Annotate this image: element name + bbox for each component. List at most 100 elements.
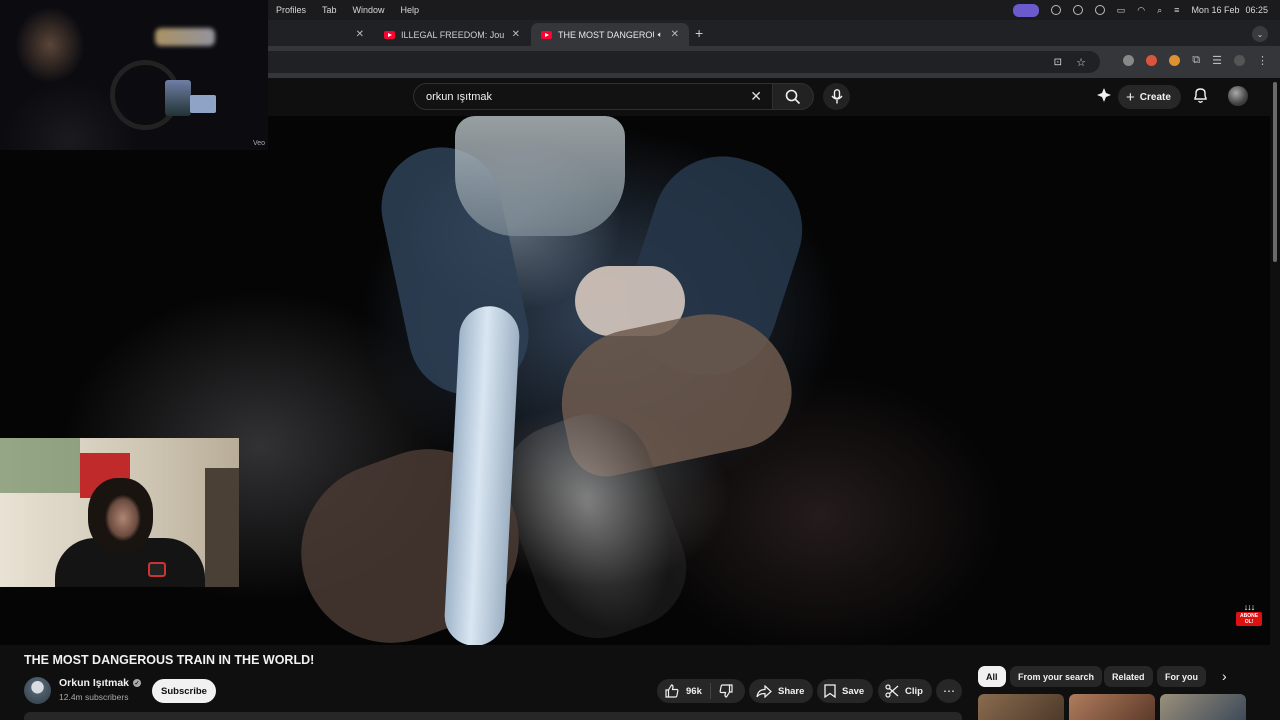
bookmark-star-icon[interactable]: ☆	[1076, 56, 1086, 69]
subscribe-watermark[interactable]: ↓↓↓ ABONE OL!	[1236, 602, 1262, 630]
notifications-bell-icon[interactable]	[1193, 87, 1208, 104]
reading-list-icon[interactable]: ☰	[1212, 54, 1222, 67]
microphone-icon	[830, 89, 843, 104]
new-tab-icon[interactable]: +	[695, 25, 703, 41]
create-button[interactable]: + Create	[1118, 85, 1181, 109]
browser-tab-2[interactable]: ILLEGAL FREEDOM: Journey ✕	[374, 23, 530, 46]
control-center-icon[interactable]: ≡	[1174, 5, 1179, 15]
room-door	[205, 468, 239, 587]
channel-name[interactable]: Orkun Işıtmak	[59, 677, 129, 689]
search-query: orkun ışıtmak	[426, 90, 493, 103]
streamer-webcam-overlay	[0, 438, 239, 587]
close-tab-icon[interactable]: ✕	[356, 29, 364, 40]
screen-recording-icon[interactable]	[1012, 3, 1039, 17]
car-display	[190, 95, 216, 113]
menu-clock[interactable]: Mon 16 Feb 06:25	[1191, 5, 1268, 15]
clock-date: Mon 16 Feb	[1191, 5, 1240, 15]
chip-related[interactable]: Related	[1104, 666, 1153, 687]
wifi-icon[interactable]: ◠	[1137, 5, 1145, 16]
app-menus: Profiles Tab Window Help	[276, 5, 419, 15]
webcam-watermark: Veo	[253, 140, 266, 147]
chip-for-you[interactable]: For you	[1157, 666, 1206, 687]
share-button[interactable]: Share	[749, 679, 814, 703]
play-icon[interactable]	[1072, 5, 1083, 15]
status-icons: ▭ ◠ ⌕ ≡ Mon 16 Feb 06:25	[1012, 3, 1268, 17]
profile-avatar[interactable]	[1234, 55, 1245, 66]
close-tab-icon[interactable]: ✕	[671, 29, 679, 40]
extension-icon[interactable]	[1169, 55, 1181, 66]
wall-flag	[0, 438, 80, 493]
clip-label: Clip	[905, 685, 923, 697]
sparkle-icon[interactable]	[1096, 87, 1112, 103]
chip-from-your-search[interactable]: From your search	[1010, 666, 1103, 687]
tab-title: ILLEGAL FREEDOM: Journey	[401, 29, 504, 40]
clear-search-icon[interactable]: ✕	[750, 88, 762, 105]
install-app-icon[interactable]: ⊡	[1054, 57, 1062, 68]
spotlight-icon[interactable]: ⌕	[1157, 5, 1162, 16]
video-frame-detail	[455, 116, 625, 236]
save-button[interactable]: Save	[817, 679, 874, 703]
road-lights	[155, 28, 215, 46]
scissors-icon	[885, 684, 899, 698]
driver-webcam-overlay: Veo	[0, 0, 268, 150]
channel-avatar[interactable]	[24, 677, 51, 704]
car-display	[165, 80, 191, 116]
page-scrollbar[interactable]	[1270, 78, 1280, 720]
search-button[interactable]	[772, 83, 814, 110]
description-box[interactable]	[24, 712, 962, 720]
like-dislike-bar: 96k	[657, 679, 745, 703]
create-label: Create	[1139, 91, 1171, 103]
thumbs-up-icon	[665, 684, 679, 698]
browser-tab-active[interactable]: THE MOST DANGEROUS 🔈︎ ✕	[531, 23, 689, 46]
down-arrows-icon: ↓↓↓	[1243, 602, 1256, 612]
thumbs-down-icon	[719, 684, 733, 698]
clip-button[interactable]: Clip	[878, 679, 932, 703]
subscriber-count: 12.4m subscribers	[59, 692, 129, 702]
youtube-favicon-icon	[384, 30, 395, 39]
headphones-icon[interactable]	[1094, 5, 1105, 15]
abone-badge: ABONE OL!	[1236, 612, 1262, 626]
chip-all[interactable]: All	[978, 666, 1006, 687]
related-video-thumbnail[interactable]	[1160, 694, 1246, 720]
dislike-button[interactable]	[711, 684, 733, 698]
save-label: Save	[842, 685, 865, 697]
related-video-thumbnail[interactable]	[978, 694, 1064, 720]
voice-search-button[interactable]	[823, 83, 850, 110]
extension-icon[interactable]	[1123, 55, 1135, 66]
related-video-thumbnail[interactable]	[1069, 694, 1155, 720]
audio-playing-icon[interactable]: 🔈︎	[658, 30, 663, 40]
more-actions-button[interactable]: ⋯	[936, 679, 962, 703]
scrollbar-thumb[interactable]	[1273, 82, 1277, 262]
share-label: Share	[778, 685, 805, 697]
plus-icon: +	[1126, 88, 1135, 106]
account-avatar[interactable]	[1228, 86, 1248, 106]
focus-icon[interactable]	[1050, 5, 1061, 15]
like-count: 96k	[686, 685, 702, 697]
menu-help[interactable]: Help	[401, 5, 420, 15]
wristwatch	[148, 562, 166, 577]
extension-icon[interactable]	[1146, 55, 1158, 66]
share-arrow-icon	[756, 684, 772, 698]
like-button[interactable]: 96k	[657, 683, 711, 699]
bookmark-icon	[824, 684, 836, 698]
channel-name-row[interactable]: Orkun Işıtmak ✓	[59, 677, 142, 689]
menu-tab[interactable]: Tab	[322, 5, 337, 15]
streamer-head	[88, 478, 153, 553]
video-title: THE MOST DANGEROUS TRAIN IN THE WORLD!	[24, 653, 315, 667]
puzzle-icon[interactable]: ⧉	[1192, 54, 1200, 67]
battery-icon[interactable]: ▭	[1117, 5, 1126, 16]
tab-search-icon[interactable]: ⌄	[1252, 26, 1268, 42]
extension-icons: ⧉ ☰ ⋮	[1123, 54, 1268, 67]
youtube-favicon-icon	[541, 30, 552, 39]
search-input[interactable]: orkun ışıtmak ✕	[413, 83, 773, 110]
address-bar[interactable]: 3 ⊡ ☆	[250, 51, 1100, 73]
tab-title: THE MOST DANGEROUS	[558, 29, 654, 40]
clock-time: 06:25	[1245, 5, 1268, 15]
close-tab-icon[interactable]: ✕	[512, 29, 520, 40]
browser-tab-1[interactable]: ✕	[268, 23, 374, 46]
subscribe-button[interactable]: Subscribe	[152, 679, 216, 703]
menu-profiles[interactable]: Profiles	[276, 5, 306, 15]
chevron-right-icon[interactable]: ›	[1222, 668, 1227, 684]
menu-kebab-icon[interactable]: ⋮	[1257, 54, 1268, 67]
menu-window[interactable]: Window	[353, 5, 385, 15]
